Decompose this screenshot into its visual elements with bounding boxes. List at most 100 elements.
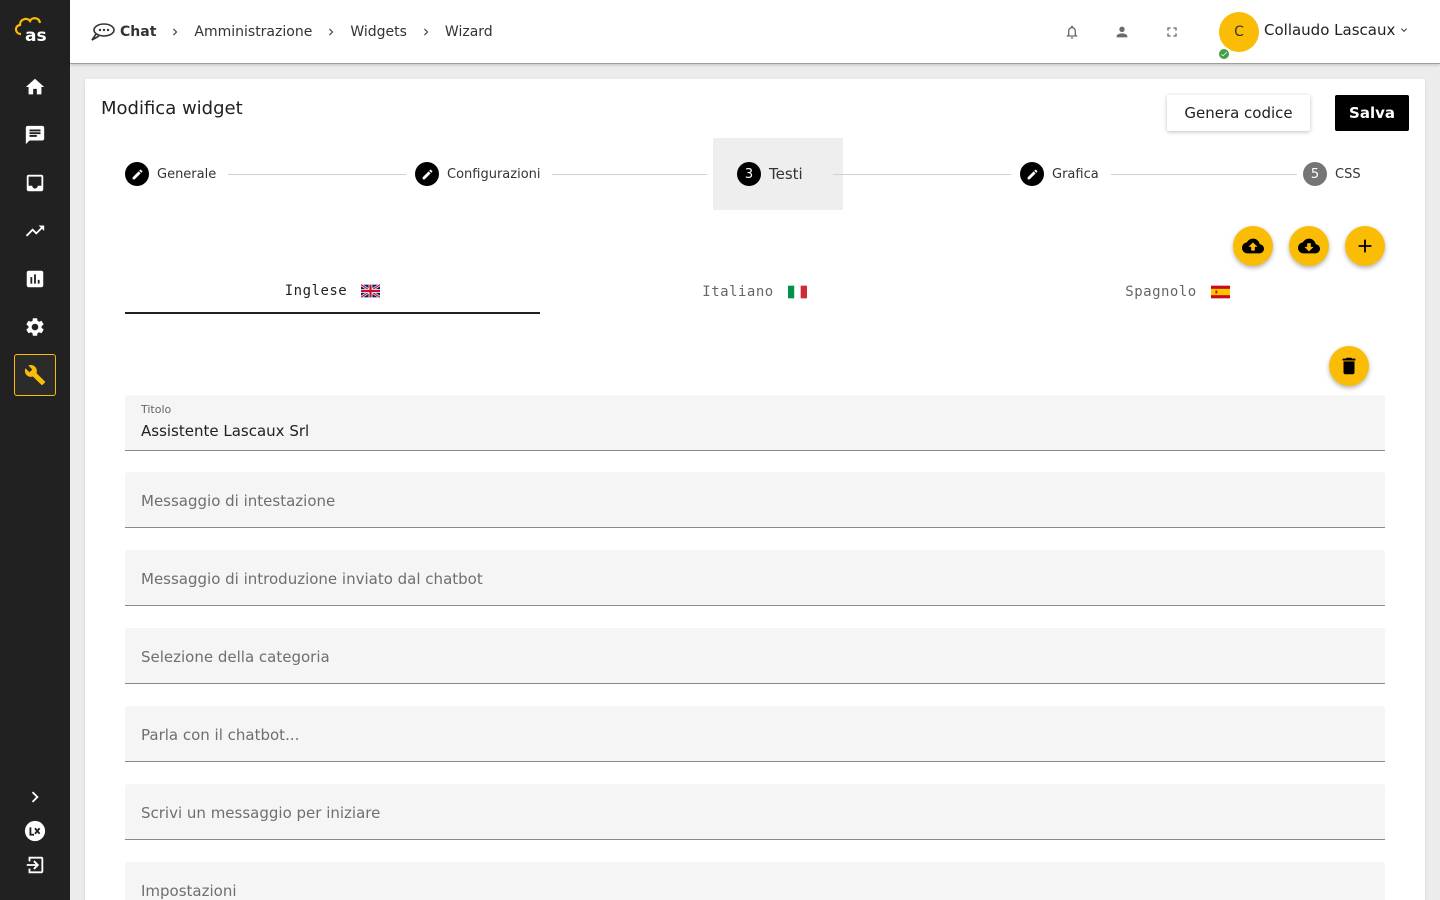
step-css[interactable]: 5 CSS: [1303, 162, 1361, 186]
step-grafica[interactable]: Grafica: [1020, 162, 1099, 186]
intro-message-field[interactable]: Messaggio di introduzione inviato dal ch…: [125, 550, 1385, 606]
sidebar-item-chat[interactable]: [14, 114, 56, 156]
tab-spagnolo[interactable]: Spagnolo: [970, 269, 1385, 314]
talk-to-chatbot-field[interactable]: Parla con il chatbot...: [125, 706, 1385, 762]
chevron-down-icon: [1401, 28, 1408, 32]
it-flag-icon: [787, 285, 807, 298]
tab-inglese[interactable]: Inglese: [125, 269, 540, 314]
widget-editor-card: Modifica widget Genera codice Salva Gene…: [85, 79, 1425, 900]
step-configurazioni[interactable]: Configurazioni: [415, 162, 541, 186]
add-icon: [1358, 239, 1372, 253]
category-selection-field[interactable]: Selezione della categoria: [125, 628, 1385, 684]
sidebar-item-settings[interactable]: [14, 306, 56, 348]
step-connector: [833, 174, 1011, 175]
breadcrumb-widgets[interactable]: Widgets: [350, 24, 407, 40]
avatar[interactable]: C: [1219, 12, 1259, 52]
user-menu[interactable]: Collaudo Lascaux: [1264, 21, 1410, 39]
lx-logo-icon: [24, 820, 46, 842]
tab-label: Inglese: [284, 282, 348, 299]
delete-language-button[interactable]: [1329, 346, 1369, 386]
chevron-right-icon: [31, 791, 39, 803]
app-logo[interactable]: as: [13, 14, 55, 46]
tab-label: Italiano: [702, 283, 774, 300]
wizard-stepper: Generale Configurazioni 3 Testi Grafica …: [125, 138, 1385, 210]
upload-icon: [1242, 238, 1264, 254]
uk-flag-icon: [361, 283, 381, 298]
upload-button[interactable]: [1233, 226, 1273, 266]
bar-chart-icon: [26, 270, 44, 288]
save-button[interactable]: Salva: [1335, 95, 1409, 131]
edit-icon: [415, 162, 439, 186]
breadcrumb-chat[interactable]: Chat: [120, 24, 156, 40]
download-button[interactable]: [1289, 226, 1329, 266]
person-icon: [1116, 26, 1128, 38]
breadcrumb-wizard[interactable]: Wizard: [445, 24, 493, 40]
download-icon: [1298, 238, 1320, 254]
breadcrumb: Chat Amministrazione Widgets Wizard: [90, 20, 493, 44]
step-connector: [552, 174, 707, 175]
step-connector: [228, 174, 406, 175]
home-icon: [25, 78, 45, 95]
fullscreen-button[interactable]: [1162, 22, 1182, 42]
lx-logo-button[interactable]: [14, 816, 56, 846]
title-field-label: Titolo: [141, 403, 172, 416]
sidebar-expand-button[interactable]: [14, 782, 56, 812]
start-message-field[interactable]: Scrivi un messaggio per iniziare: [125, 784, 1385, 840]
user-name: Collaudo Lascaux: [1264, 21, 1396, 39]
check-icon: [1221, 51, 1227, 57]
chevron-right-icon: [168, 25, 182, 39]
step-label: CSS: [1335, 166, 1361, 182]
step-label: Testi: [769, 165, 803, 183]
svg-text:as: as: [25, 26, 47, 44]
trending-up-icon: [25, 225, 45, 237]
step-label: Grafica: [1052, 166, 1099, 182]
inbox-icon: [26, 174, 44, 192]
sidebar-item-home[interactable]: [14, 66, 56, 108]
step-label: Generale: [157, 166, 217, 182]
sidebar-item-trending[interactable]: [14, 210, 56, 252]
field-placeholder: Impostazioni: [141, 882, 237, 900]
profile-button[interactable]: [1112, 22, 1132, 42]
trash-icon: [1342, 357, 1356, 375]
field-placeholder: Selezione della categoria: [141, 648, 330, 666]
edit-icon: [1020, 162, 1044, 186]
wrench-icon: [24, 365, 46, 386]
tab-label: Spagnolo: [1125, 283, 1197, 300]
chat-icon: [25, 125, 45, 145]
generate-code-button[interactable]: Genera codice: [1167, 95, 1310, 131]
header-message-field[interactable]: Messaggio di intestazione: [125, 472, 1385, 528]
chevron-right-icon: [324, 25, 338, 39]
page-title: Modifica widget: [101, 98, 243, 119]
step-generale[interactable]: Generale: [125, 162, 216, 186]
edit-icon: [125, 162, 149, 186]
step-number: 3: [737, 162, 761, 186]
field-placeholder: Scrivi un messaggio per iniziare: [141, 804, 381, 822]
field-placeholder: Messaggio di intestazione: [141, 492, 336, 510]
step-label: Configurazioni: [447, 166, 541, 182]
title-field[interactable]: Titolo Assistente Lascaux Srl: [125, 395, 1385, 451]
sidebar-item-analytics[interactable]: [14, 258, 56, 300]
step-number: 5: [1303, 162, 1327, 186]
settings-field[interactable]: Impostazioni: [125, 862, 1385, 900]
logout-icon: [26, 856, 44, 874]
tab-italiano[interactable]: Italiano: [547, 269, 962, 314]
sidebar-item-tools[interactable]: [14, 354, 56, 396]
sidebar-item-inbox[interactable]: [14, 162, 56, 204]
sidebar: as: [0, 0, 70, 900]
online-status-badge: [1217, 47, 1231, 61]
breadcrumb-amministrazione[interactable]: Amministrazione: [194, 24, 312, 40]
fullscreen-icon: [1167, 27, 1177, 37]
language-tabs: Inglese Italiano Spagnolo: [125, 269, 1385, 314]
bell-icon: [1066, 25, 1078, 39]
chevron-right-icon: [419, 25, 433, 39]
step-testi[interactable]: 3 Testi: [737, 162, 803, 186]
add-button[interactable]: [1345, 226, 1385, 266]
title-field-value: Assistente Lascaux Srl: [141, 422, 310, 440]
step-connector: [1111, 174, 1297, 175]
field-placeholder: Parla con il chatbot...: [141, 726, 300, 744]
chatbot-icon: [91, 23, 115, 41]
logout-button[interactable]: [14, 850, 56, 880]
field-placeholder: Messaggio di introduzione inviato dal ch…: [141, 570, 483, 588]
notifications-button[interactable]: [1062, 22, 1082, 42]
topbar: Chat Amministrazione Widgets Wizard C Co…: [70, 0, 1440, 64]
